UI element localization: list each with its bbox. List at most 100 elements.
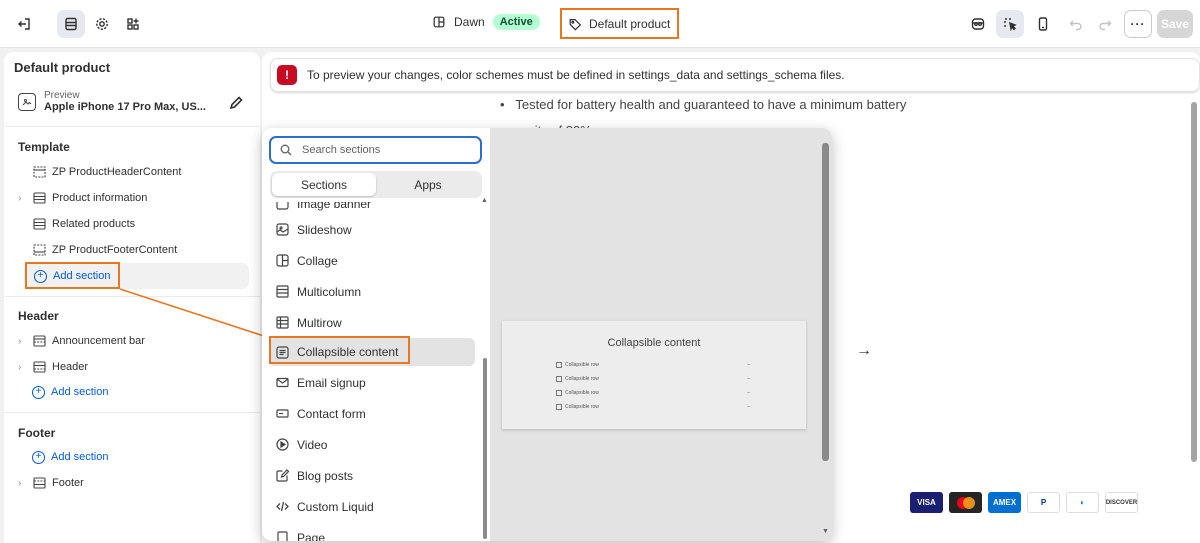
section-item[interactable]: › Announcement bar [18,329,249,353]
redo-icon[interactable] [1091,10,1119,38]
section-list: Image banner Slideshow Collage Multicolu… [262,202,488,541]
plus-circle-icon: + [32,385,45,399]
section-dashed-icon [32,166,46,178]
chevron-right-icon[interactable]: › [18,193,32,204]
diners-icon: ◐ [1066,492,1099,513]
layout-icon [433,16,445,28]
header-section-icon [32,361,46,373]
divider [4,296,260,297]
mobile-icon[interactable] [1029,10,1057,38]
search-placeholder: Search sections [302,144,381,156]
section-preview: Collapsible content Collapsible row – Col… [490,128,832,541]
chevron-right-icon[interactable]: › [18,362,32,373]
code-icon [275,500,289,514]
preview-row-label: Collapsible row [565,404,599,410]
section-label: ZP ProductHeaderContent [52,166,182,178]
section-option[interactable]: Custom Liquid [269,493,475,520]
visa-icon: VISA [910,492,943,513]
template-selector[interactable]: Default product [560,8,679,39]
alert-icon: ! [277,65,297,85]
section-option[interactable]: Slideshow [269,216,475,243]
chevron-right-icon[interactable]: › [18,336,32,347]
chevron-right-icon[interactable]: › [18,478,32,489]
section-item[interactable]: Related products [18,212,249,236]
preview-row: Collapsible row – [556,360,750,370]
preview-card: Collapsible content Collapsible row – Col… [502,321,806,429]
section-picker: Search sections Sections Apps Image bann… [262,128,832,541]
preview-scrollbar[interactable] [822,143,829,461]
inspector-icon[interactable] [964,10,992,38]
section-item[interactable]: › Header [18,355,249,379]
add-section-button[interactable]: + Add section [18,445,249,469]
warning-banner: ! To preview your changes, color schemes… [270,58,1200,92]
section-option[interactable]: Page [269,524,475,541]
apps-icon[interactable] [119,10,147,38]
preview-title: Collapsible content [607,337,701,349]
select-cursor-icon[interactable] [996,10,1024,38]
preview-row-label: Collapsible row [565,390,599,396]
section-option[interactable]: Multicolumn [269,278,475,305]
amex-icon: AMEX [988,492,1021,513]
section-icon [32,192,46,204]
section-item[interactable]: ZP ProductHeaderContent [18,160,249,184]
add-section-button[interactable]: + Add section [18,380,249,404]
section-icon [32,218,46,230]
undo-icon[interactable] [1062,10,1090,38]
section-item[interactable]: ZP ProductFooterContent [18,238,249,262]
section-option[interactable]: Video [269,431,475,458]
header-heading: Header [18,309,59,323]
preview-row-label: Collapsible row [565,376,599,382]
section-option[interactable]: Image banner [269,202,475,217]
multirow-icon [275,316,289,330]
section-option-label: Page [297,530,326,542]
sidebar: Default product Preview Apple iPhone 17 … [4,52,260,543]
multicolumn-icon [275,285,289,299]
section-option-label: Collage [297,253,338,268]
section-label: Product information [52,192,148,204]
section-option[interactable]: Email signup [269,369,475,396]
highlight-box [269,336,410,364]
template-heading: Template [18,140,70,154]
section-option-label: Slideshow [297,222,352,237]
more-options-button[interactable]: ··· [1124,10,1152,38]
arrow-right-icon[interactable]: → [856,342,872,360]
mastercard-icon [949,492,982,513]
section-label: Header [52,361,89,373]
tab-apps[interactable]: Apps [376,173,480,196]
canvas-scrollbar[interactable] [1191,102,1197,462]
search-input[interactable]: Search sections [269,136,482,164]
section-item[interactable]: › Product information [18,186,249,210]
footer-heading: Footer [18,426,56,440]
section-option[interactable]: Multirow [269,309,475,336]
picker-tabs: Sections Apps [270,171,482,198]
preview-selector[interactable]: Preview Apple iPhone 17 Pro Max, US... [18,90,206,113]
save-button[interactable]: Save [1157,10,1193,38]
form-icon [275,407,289,421]
sections-icon[interactable] [57,10,85,38]
scroll-up-icon[interactable]: ▲ [481,197,488,204]
list-scrollbar[interactable] [483,358,487,539]
section-option-label: Image banner [297,202,372,211]
paypal-icon: P [1027,492,1060,513]
pencil-icon[interactable] [228,95,244,111]
plus-circle-icon: + [32,450,45,464]
tag-icon [569,18,582,31]
tab-sections[interactable]: Sections [272,173,376,196]
section-dashed-icon [32,244,46,256]
section-option[interactable]: Contact form [269,400,475,427]
section-option[interactable]: Collage [269,247,475,274]
footer-section-icon [32,477,46,489]
gear-icon[interactable] [88,10,116,38]
status-badge: Active [492,14,540,30]
section-label: Footer [52,477,84,489]
section-option[interactable]: Blog posts [269,462,475,489]
add-section-label: Add section [51,386,109,398]
exit-icon[interactable] [10,10,38,38]
preview-row-label: Collapsible row [565,362,599,368]
theme-selector[interactable]: Dawn Active [432,14,540,30]
scroll-down-icon[interactable]: ▼ [822,528,829,535]
banner-text: To preview your changes, color schemes m… [307,68,845,82]
section-item[interactable]: › Footer [18,471,249,495]
description-line: Tested for battery health and guaranteed… [515,97,907,112]
divider [4,412,260,413]
